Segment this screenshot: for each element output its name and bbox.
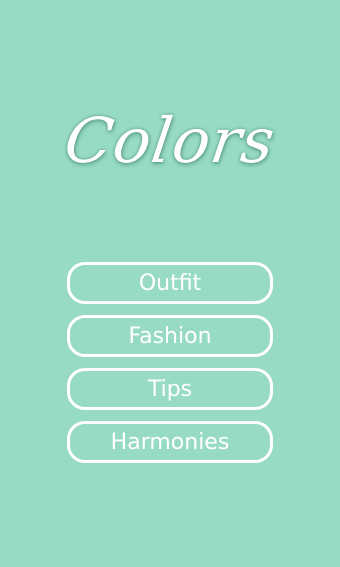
outfit-button-label: Outfit	[138, 270, 202, 296]
fashion-button[interactable]: Fashion	[67, 315, 273, 357]
main-screen: Colors Outfit Fashion Tips Harmonies	[0, 0, 340, 567]
fashion-button-label: Fashion	[128, 323, 212, 349]
app-logo-title: Colors	[60, 104, 280, 177]
tips-button[interactable]: Tips	[67, 368, 273, 410]
main-menu: Outfit Fashion Tips Harmonies	[67, 262, 273, 474]
harmonies-button-label: Harmonies	[110, 429, 230, 455]
harmonies-button[interactable]: Harmonies	[67, 421, 273, 463]
outfit-button[interactable]: Outfit	[67, 262, 273, 304]
tips-button-label: Tips	[147, 376, 193, 402]
